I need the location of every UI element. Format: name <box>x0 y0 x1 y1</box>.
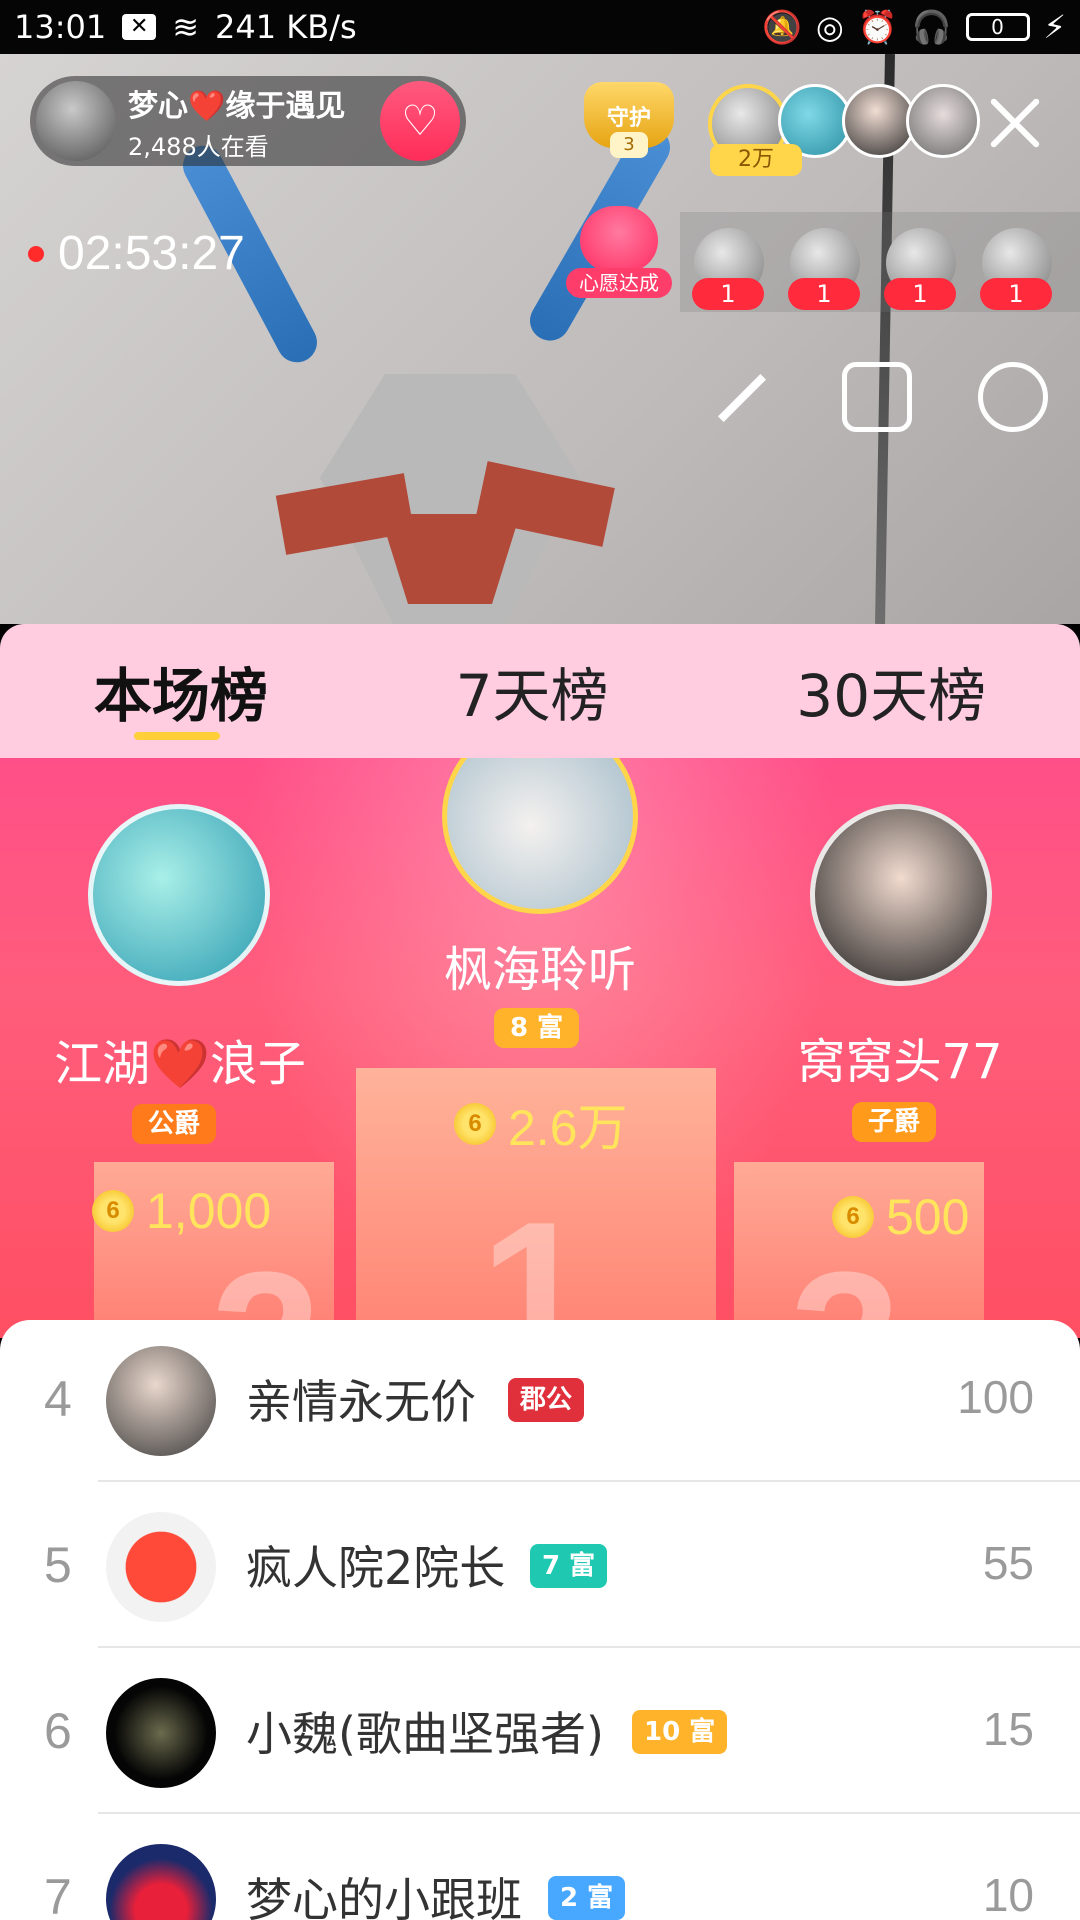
rank-number: 4 <box>44 1371 72 1427</box>
user-avatar[interactable] <box>106 1678 216 1788</box>
user-badge: 7 富 <box>530 1544 608 1588</box>
divider <box>98 1646 1080 1648</box>
host-name: 梦心❤️缘于遇见 <box>128 88 346 124</box>
rank-number: 5 <box>44 1537 72 1593</box>
charging-icon: ⚡ <box>1043 8 1066 46</box>
host-info-pill[interactable]: 梦心❤️缘于遇见 2,488人在看 ♡ <box>30 76 466 166</box>
third-place-avatar[interactable] <box>810 804 992 986</box>
mute-icon: 🔕 <box>762 8 802 46</box>
wifi-icon: ≋ <box>172 8 200 46</box>
live-timer: 02:53:27 <box>28 226 245 281</box>
tab-7-days[interactable]: 7天榜 <box>436 649 629 733</box>
first-place-name: 枫海聆听 <box>443 942 636 998</box>
second-place-name: 江湖❤️浪子 <box>54 1036 306 1092</box>
active-tab-indicator <box>134 732 220 740</box>
user-value: 55 <box>982 1537 1034 1589</box>
gift-count-4: 1 <box>980 278 1052 310</box>
list-item[interactable]: 7 梦心的小跟班 2 富 10 <box>0 1818 1080 1920</box>
top-fan-avatar-3[interactable] <box>842 84 916 158</box>
third-place-badge: 子爵 <box>852 1102 937 1142</box>
stage-number-1: 1 <box>480 1181 592 1338</box>
user-value: 15 <box>982 1703 1034 1755</box>
follow-heart-button[interactable]: ♡ <box>380 81 460 161</box>
rank-number: 6 <box>44 1703 72 1759</box>
divider <box>98 1812 1080 1814</box>
coin-icon: 6 <box>454 1103 496 1145</box>
user-badge: 2 富 <box>548 1876 626 1920</box>
wish-heart-icon <box>580 206 658 272</box>
ranking-list[interactable]: 4 亲情永无价 郡公 100 5 疯人院2院长 7 富 55 6 小魏(歌曲坚强… <box>0 1320 1080 1920</box>
user-name: 小魏(歌曲坚强者) <box>246 1707 604 1761</box>
user-name: 梦心的小跟班 <box>246 1873 522 1920</box>
top-fan-contribution-badge: 2万 <box>710 144 802 176</box>
host-avatar[interactable] <box>36 81 116 161</box>
user-name: 亲情永无价 <box>246 1375 476 1429</box>
third-place-name: 窝窝头77 <box>797 1034 1003 1090</box>
second-place-badge: 公爵 <box>132 1104 217 1144</box>
top-fan-avatar-4[interactable] <box>906 84 980 158</box>
battery-indicator: 0 <box>965 13 1030 41</box>
wish-label: 心愿达成 <box>566 268 672 298</box>
status-bar: 13:01 ✕ ≋ 241 KB/s 🔕 ◎ ⏰ 🎧 0 ⚡ <box>0 0 1080 54</box>
list-item[interactable]: 4 亲情永无价 郡公 100 <box>0 1320 1080 1486</box>
second-place-coin-value: 1,000 <box>146 1183 272 1239</box>
podium-section: 2 1 3 枫海聆听 8 富 6 2.6万 江湖❤️浪子 公爵 6 1,000 … <box>0 758 1080 1338</box>
third-place-coin-value: 500 <box>886 1189 970 1245</box>
headphone-icon: 🎧 <box>911 8 952 46</box>
gift-strip[interactable]: 1 1 1 1 <box>680 212 1080 312</box>
user-value: 10 <box>982 1869 1034 1920</box>
gift-count-2: 1 <box>788 278 860 310</box>
third-place-coins: 6 500 <box>832 1188 969 1246</box>
list-item[interactable]: 6 小魏(歌曲坚强者) 10 富 15 <box>0 1652 1080 1818</box>
viewer-count: 2,488人在看 <box>128 132 269 161</box>
first-place-coin-value: 2.6万 <box>508 1100 628 1156</box>
camera-switch-icon[interactable] <box>842 362 912 432</box>
wish-achieved-button[interactable]: 心愿达成 <box>566 206 676 302</box>
first-place-coins: 6 2.6万 <box>454 1088 628 1160</box>
gear-icon[interactable] <box>978 362 1048 432</box>
magic-wand-icon[interactable] <box>704 362 774 432</box>
close-icon[interactable] <box>986 94 1044 152</box>
list-item[interactable]: 5 疯人院2院长 7 富 55 <box>0 1486 1080 1652</box>
divider <box>98 1480 1080 1482</box>
first-place-badge: 8 富 <box>494 1008 580 1048</box>
status-time: 13:01 <box>14 8 107 46</box>
rank-number: 7 <box>44 1869 72 1920</box>
user-badge: 10 富 <box>632 1710 728 1754</box>
user-avatar[interactable] <box>106 1346 216 1456</box>
tab-30-days[interactable]: 30天榜 <box>776 649 1006 733</box>
timer-text: 02:53:27 <box>58 227 245 280</box>
user-badge: 郡公 <box>508 1378 585 1422</box>
notification-icon: ✕ <box>122 14 157 40</box>
second-place-avatar[interactable] <box>88 804 270 986</box>
user-avatar[interactable] <box>106 1512 216 1622</box>
second-place-coins: 6 1,000 <box>92 1182 271 1240</box>
user-avatar[interactable] <box>106 1844 216 1920</box>
recording-dot-icon <box>28 245 44 262</box>
network-speed: 241 KB/s <box>215 8 357 46</box>
tab-this-session[interactable]: 本场榜 <box>74 649 288 733</box>
coin-icon: 6 <box>92 1190 134 1232</box>
user-value: 100 <box>957 1371 1034 1423</box>
guard-count: 3 <box>610 132 648 158</box>
user-name: 疯人院2院长 <box>246 1541 506 1595</box>
alarm-icon: ⏰ <box>857 8 898 46</box>
coin-icon: 6 <box>832 1196 874 1238</box>
guard-badge[interactable]: 守护 3 <box>584 82 674 166</box>
gift-count-3: 1 <box>884 278 956 310</box>
lock-rotation-icon: ◎ <box>815 8 844 46</box>
gift-count-1: 1 <box>692 278 764 310</box>
